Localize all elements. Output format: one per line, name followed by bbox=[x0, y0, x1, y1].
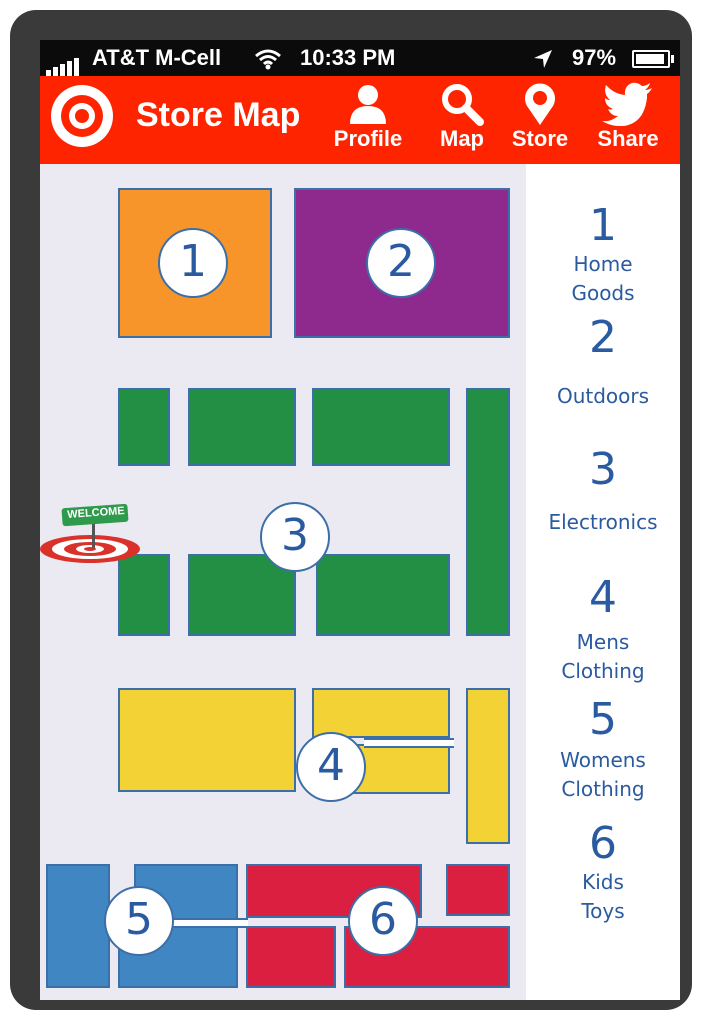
share-label: Share bbox=[597, 126, 659, 151]
legend-label-electronics[interactable]: Electronics bbox=[526, 508, 680, 537]
legend-label-kids-toys[interactable]: Kids Toys bbox=[526, 868, 680, 926]
twitter-bird-icon bbox=[602, 82, 652, 126]
share-button[interactable]: Share bbox=[588, 82, 668, 160]
zone-1-badge[interactable]: 1 bbox=[158, 228, 228, 298]
magnifier-icon bbox=[442, 84, 484, 126]
legend-label-womens-clothing[interactable]: Womens Clothing bbox=[526, 746, 680, 804]
zone-4-badge[interactable]: 4 bbox=[296, 732, 366, 802]
wifi-icon bbox=[255, 49, 281, 70]
signal-strength-icon bbox=[46, 50, 81, 76]
map-label: Map bbox=[440, 126, 484, 151]
store-button[interactable]: Store bbox=[500, 82, 580, 160]
zone-3-shelf[interactable] bbox=[118, 554, 170, 636]
legend-number-6: 6 bbox=[589, 818, 617, 869]
zone-6-shelf[interactable] bbox=[246, 926, 336, 988]
connector-line bbox=[172, 918, 248, 928]
status-bar: AT&T M-Cell 10:33 PM 97% bbox=[40, 40, 680, 76]
profile-label: Profile bbox=[333, 126, 403, 151]
map-button[interactable]: Map bbox=[422, 82, 502, 160]
zone-2-badge[interactable]: 2 bbox=[366, 228, 436, 298]
location-arrow-icon bbox=[534, 50, 552, 68]
zone-5-shelf[interactable] bbox=[46, 864, 110, 988]
phone-frame: AT&T M-Cell 10:33 PM 97% Store Map Profi… bbox=[10, 10, 692, 1010]
store-label: Store bbox=[511, 126, 569, 151]
top-navigation-bar: Store Map Profile Map Store Share bbox=[40, 76, 680, 164]
zone-5-badge[interactable]: 5 bbox=[104, 886, 174, 956]
legend-number-3: 3 bbox=[589, 444, 617, 495]
map-pin-icon bbox=[525, 83, 555, 125]
carrier-name: AT&T M-Cell bbox=[92, 45, 222, 70]
app-screen: AT&T M-Cell 10:33 PM 97% Store Map Profi… bbox=[40, 40, 680, 1000]
battery-icon bbox=[632, 50, 674, 68]
target-logo-icon[interactable] bbox=[48, 82, 116, 150]
legend-label-outdoors[interactable]: Outdoors bbox=[526, 382, 680, 411]
legend-label-mens-clothing[interactable]: Mens Clothing bbox=[526, 628, 680, 686]
connector-line bbox=[364, 738, 454, 748]
zone-3-shelf[interactable] bbox=[188, 388, 296, 466]
zone-4-shelf[interactable] bbox=[466, 688, 510, 844]
zone-3-shelf[interactable] bbox=[312, 388, 450, 466]
person-icon bbox=[350, 85, 386, 124]
legend-number-1: 1 bbox=[589, 200, 617, 251]
department-legend: 1 Home Goods 2 Outdoors 3 Electronics 4 … bbox=[526, 164, 680, 1000]
legend-label-home-goods[interactable]: Home Goods bbox=[526, 250, 680, 308]
legend-number-5: 5 bbox=[589, 694, 617, 745]
zone-4-shelf[interactable] bbox=[312, 688, 450, 738]
zone-3-badge[interactable]: 3 bbox=[260, 502, 330, 572]
legend-number-4: 4 bbox=[589, 572, 617, 623]
welcome-entrance-marker[interactable]: WELCOME bbox=[40, 503, 140, 566]
store-map: 1 2 3 4 5 6 WELCOME bbox=[40, 164, 526, 1000]
zone-6-shelf[interactable] bbox=[446, 864, 510, 916]
zone-3-shelf[interactable] bbox=[466, 388, 510, 636]
clock-time: 10:33 PM bbox=[300, 45, 396, 70]
page-title: Store Map bbox=[136, 96, 301, 134]
zone-3-shelf[interactable] bbox=[118, 388, 170, 466]
battery-percent: 97% bbox=[572, 45, 617, 70]
zone-6-badge[interactable]: 6 bbox=[348, 886, 418, 956]
zone-3-shelf[interactable] bbox=[316, 554, 450, 636]
legend-number-2: 2 bbox=[589, 312, 617, 363]
zone-4-shelf[interactable] bbox=[118, 688, 296, 792]
profile-button[interactable]: Profile bbox=[328, 82, 408, 160]
